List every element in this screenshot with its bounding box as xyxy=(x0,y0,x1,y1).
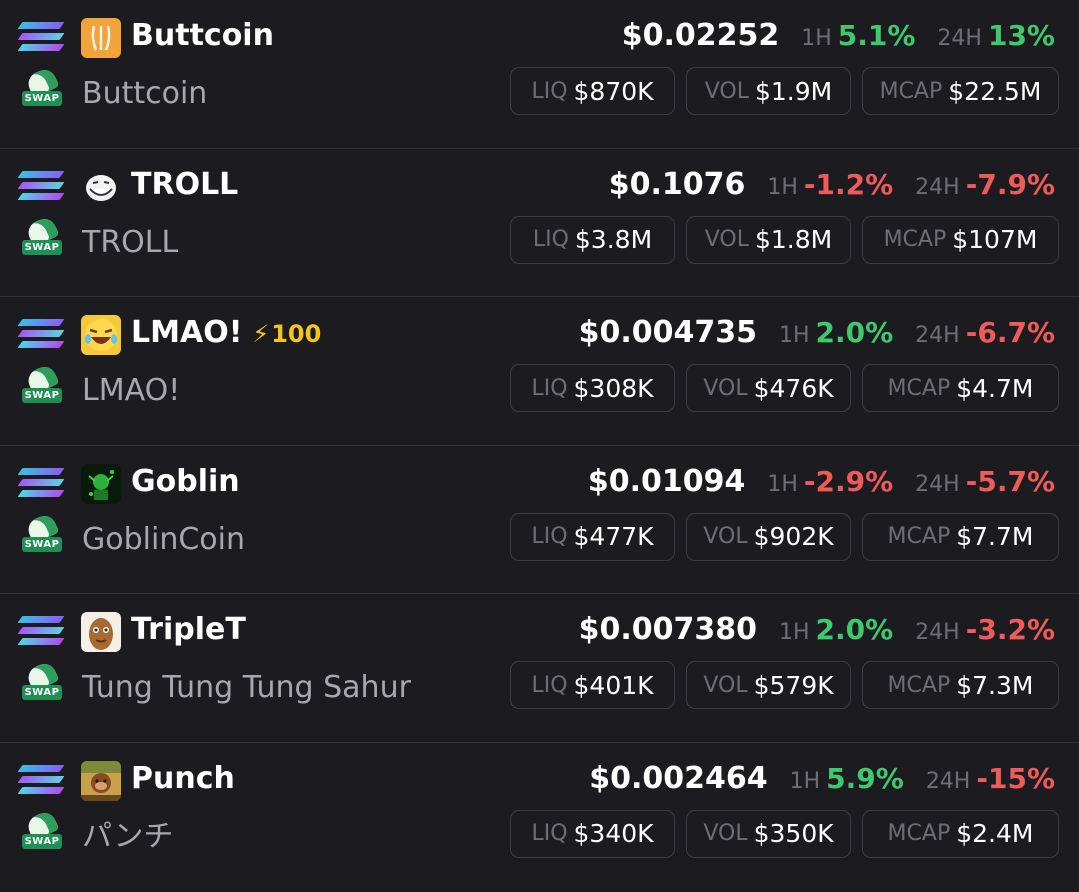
token-price: $0.01094 xyxy=(587,463,746,499)
laughing-emoji-avatar-icon xyxy=(81,315,121,356)
token-row[interactable]: Goblin $0.01094 1H -2.9% 24H -5.7% SWAP Gobl… xyxy=(0,446,1079,595)
solana-chain-icon xyxy=(17,763,65,797)
label-24h: 24H xyxy=(925,768,971,794)
price-block: $0.004735 1H 2.0% 24H -6.7% xyxy=(579,313,1055,353)
change-1h: 5.1% xyxy=(837,19,916,52)
liquidity-stat: LIQ $340K xyxy=(510,809,675,858)
solana-chain-icon xyxy=(17,20,65,54)
token-price: $0.002464 xyxy=(589,760,768,796)
token-symbol: LMAO! ⚡100 xyxy=(131,315,322,351)
swap-dex-icon: SWAP xyxy=(22,660,62,704)
trollface-avatar-icon xyxy=(81,166,121,207)
market-cap-stat: MCAP $22.5M xyxy=(862,67,1059,115)
change-1h: 2.0% xyxy=(815,316,894,350)
token-row[interactable]: Punch $0.002464 1H 5.9% 24H -15% SWAP パンチ LI… xyxy=(0,743,1079,892)
stats-group: LIQ $870K VOL $1.9M MCAP $22.5M xyxy=(510,67,1059,115)
label-24h: 24H xyxy=(937,26,982,51)
liquidity-stat: LIQ $3.8M xyxy=(510,215,675,264)
swap-dex-icon: SWAP xyxy=(22,363,62,407)
change-24h: -5.7% xyxy=(965,464,1055,498)
swap-dex-icon: SWAP xyxy=(22,214,62,259)
change-1h: 5.9% xyxy=(826,761,904,795)
token-symbol: Buttcoin xyxy=(131,18,274,53)
change-24h: -15% xyxy=(976,761,1055,795)
liquidity-stat: LIQ $477K xyxy=(510,512,675,561)
token-list: Buttcoin $0.02252 1H 5.1% 24H 13% SWAP Buttc… xyxy=(0,0,1079,892)
solana-chain-icon xyxy=(17,466,65,500)
monkey-avatar-icon xyxy=(81,760,121,801)
price-block: $0.02252 1H 5.1% 24H 13% xyxy=(622,16,1055,56)
liquidity-stat: LIQ $870K xyxy=(510,67,675,115)
price-block: $0.002464 1H 5.9% 24H -15% xyxy=(589,759,1055,799)
token-price: $0.1076 xyxy=(608,166,746,202)
token-name: Buttcoin xyxy=(82,76,208,111)
swap-dex-icon: SWAP xyxy=(22,511,62,556)
token-price: $0.007380 xyxy=(578,612,757,648)
swap-dex-icon: SWAP xyxy=(22,809,62,853)
label-1h: 1H xyxy=(789,768,821,794)
token-row[interactable]: LMAO! ⚡100 $0.004735 1H 2.0% 24H -6.7% SWAP L… xyxy=(0,297,1079,446)
price-block: $0.01094 1H -2.9% 24H -5.7% xyxy=(588,462,1055,502)
stats-group: LIQ $308K VOL $476K MCAP $4.7M xyxy=(510,364,1059,413)
token-symbol: TripleT xyxy=(131,612,246,648)
label-24h: 24H xyxy=(915,471,960,497)
solana-chain-icon xyxy=(17,169,65,203)
goblin-avatar-icon xyxy=(81,463,121,504)
change-1h: -2.9% xyxy=(803,464,894,498)
change-1h: 2.0% xyxy=(815,613,894,647)
label-1h: 1H xyxy=(767,471,798,497)
market-cap-stat: MCAP $7.3M xyxy=(862,661,1059,710)
stats-group: LIQ $340K VOL $350K MCAP $2.4M xyxy=(510,809,1059,858)
wooden-figure-avatar-icon xyxy=(81,612,121,653)
label-24h: 24H xyxy=(915,174,960,200)
change-24h: 13% xyxy=(987,19,1055,52)
market-cap-stat: MCAP $2.4M xyxy=(862,809,1059,858)
buttcoin-avatar-icon xyxy=(81,18,121,58)
stats-group: LIQ $477K VOL $902K MCAP $7.7M xyxy=(510,512,1059,561)
market-cap-stat: MCAP $7.7M xyxy=(862,512,1059,561)
stats-group: LIQ $401K VOL $579K MCAP $7.3M xyxy=(510,661,1059,710)
volume-stat: VOL $476K xyxy=(686,364,851,413)
price-block: $0.1076 1H -1.2% 24H -7.9% xyxy=(609,165,1055,205)
change-24h: -6.7% xyxy=(965,316,1055,350)
token-symbol: Punch xyxy=(131,760,235,796)
token-name: パンチ xyxy=(82,818,174,854)
token-price: $0.02252 xyxy=(621,18,780,53)
label-1h: 1H xyxy=(778,323,810,349)
label-1h: 1H xyxy=(801,26,832,51)
boost-badge: ⚡100 xyxy=(252,320,322,349)
change-24h: -7.9% xyxy=(965,167,1055,201)
solana-chain-icon xyxy=(17,614,65,648)
solana-chain-icon xyxy=(17,317,65,351)
liquidity-stat: LIQ $308K xyxy=(510,364,675,413)
volume-stat: VOL $350K xyxy=(686,809,851,858)
token-row[interactable]: TROLL $0.1076 1H -1.2% 24H -7.9% SWAP TROLL … xyxy=(0,149,1079,298)
label-24h: 24H xyxy=(915,323,960,349)
token-row[interactable]: Buttcoin $0.02252 1H 5.1% 24H 13% SWAP Buttc… xyxy=(0,0,1079,149)
token-name: LMAO! xyxy=(82,373,181,409)
label-24h: 24H xyxy=(915,620,960,646)
volume-stat: VOL $579K xyxy=(686,661,851,710)
token-price: $0.004735 xyxy=(578,315,757,351)
stats-group: LIQ $3.8M VOL $1.8M MCAP $107M xyxy=(510,215,1059,264)
price-block: $0.007380 1H 2.0% 24H -3.2% xyxy=(579,610,1055,650)
change-1h: -1.2% xyxy=(803,167,894,201)
lightning-icon: ⚡ xyxy=(252,320,270,349)
token-name: Tung Tung Tung Sahur xyxy=(82,670,411,706)
token-row[interactable]: TripleT $0.007380 1H 2.0% 24H -3.2% SWAP Tun… xyxy=(0,594,1079,743)
volume-stat: VOL $902K xyxy=(686,512,851,561)
market-cap-stat: MCAP $4.7M xyxy=(862,364,1059,413)
volume-stat: VOL $1.9M xyxy=(686,67,851,115)
volume-stat: VOL $1.8M xyxy=(686,215,851,264)
token-symbol: TROLL xyxy=(131,166,239,202)
market-cap-stat: MCAP $107M xyxy=(862,215,1059,264)
label-1h: 1H xyxy=(767,174,798,200)
swap-dex-icon: SWAP xyxy=(22,66,62,110)
token-symbol: Goblin xyxy=(131,463,240,499)
liquidity-stat: LIQ $401K xyxy=(510,661,675,710)
token-name: GoblinCoin xyxy=(82,521,245,557)
label-1h: 1H xyxy=(778,620,810,646)
change-24h: -3.2% xyxy=(965,613,1055,647)
token-name: TROLL xyxy=(82,224,179,260)
